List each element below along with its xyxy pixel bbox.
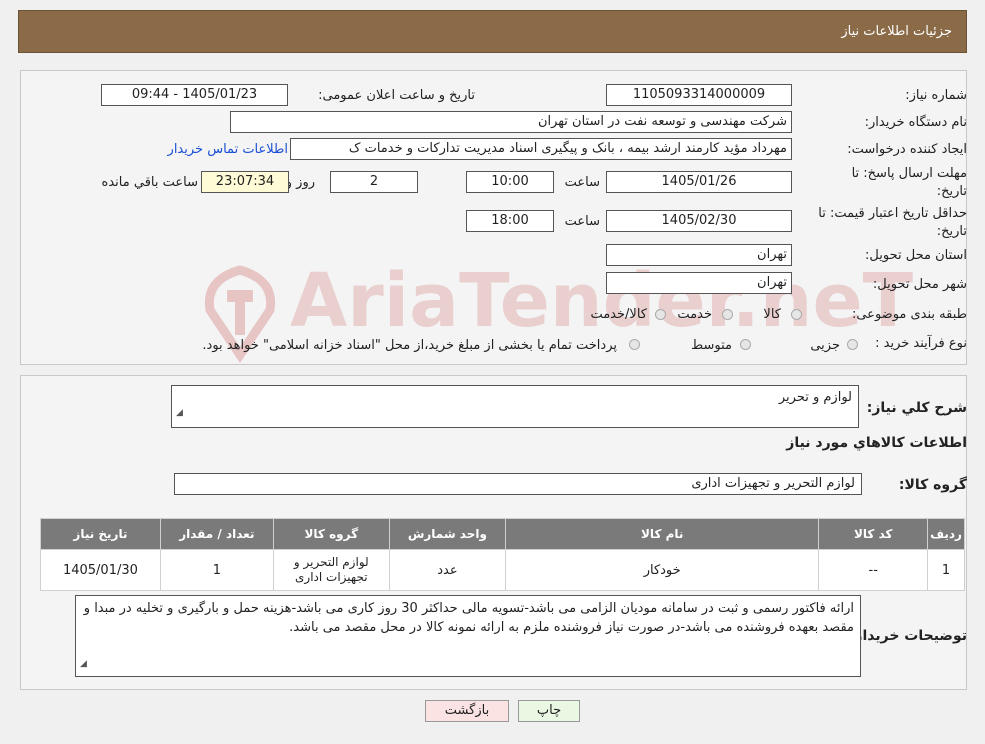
category-label: طبقه بندی موضوعی: — [851, 307, 967, 322]
validity-label-2: تاریخ: — [936, 224, 967, 239]
buyer-notes-textarea[interactable]: ارائه فاکتور رسمی و ثبت در سامانه مودیان… — [75, 595, 861, 677]
cell-qty: 1 — [159, 549, 274, 591]
summary-textarea[interactable]: لوازم و تحریر ◢ — [171, 385, 859, 428]
category-radio-goods[interactable] — [791, 309, 802, 320]
validity-label-1: حداقل تاریخ اعتبار قیمت: تا — [818, 206, 967, 221]
process-radio-minor[interactable] — [847, 339, 858, 350]
days-label: روز و — [285, 175, 315, 190]
cell-unit: عدد — [388, 549, 506, 591]
cell-group: لوازم التحریر و تجهیزات اداری — [272, 549, 390, 591]
deadline-label-2: تاریخ: — [936, 184, 967, 199]
summary-value: لوازم و تحریر — [778, 390, 852, 405]
buyer-field: شرکت مهندسی و توسعه نفت در استان تهران — [230, 111, 792, 133]
buyer-contact-link[interactable]: اطلاعات تماس خریدار — [168, 142, 288, 157]
deadline-time-label: ساعت — [564, 175, 600, 190]
validity-date-field: 1405/02/30 — [606, 210, 792, 232]
remaining-time-field: 23:07:34 — [201, 171, 289, 193]
table-row: 1 -- خودکار عدد لوازم التحریر و تجهیزات … — [40, 549, 965, 591]
buyer-notes-text: ارائه فاکتور رسمی و ثبت در سامانه مودیان… — [83, 601, 854, 635]
summary-label: شرح کلي نياز: — [866, 400, 967, 416]
deadline-date-field: 1405/01/26 — [606, 171, 792, 193]
page-title: جزئیات اطلاعات نیاز — [841, 24, 952, 39]
process-radio-treasury[interactable] — [629, 339, 640, 350]
validity-time-field: 18:00 — [466, 210, 554, 232]
col-code: کد کالا — [818, 518, 929, 550]
cell-date: 1405/01/30 — [40, 549, 161, 591]
col-date: تاریخ نیاز — [40, 518, 161, 550]
announce-label: تاریخ و ساعت اعلان عمومی: — [318, 88, 475, 103]
print-button[interactable]: چاپ — [518, 700, 580, 722]
validity-time-label: ساعت — [564, 214, 600, 229]
process-option-medium: متوسط — [691, 338, 732, 353]
creator-label: ایجاد کننده درخواست: — [847, 142, 967, 157]
buyer-label: نام دستگاه خریدار: — [864, 115, 967, 130]
need-number-label: شماره نیاز: — [905, 88, 967, 103]
category-radio-service[interactable] — [722, 309, 733, 320]
col-name: نام کالا — [504, 518, 820, 550]
col-group: گروه کالا — [272, 518, 390, 550]
watermark-text: AriaTender.neT — [290, 258, 914, 344]
category-option-service: خدمت — [677, 307, 712, 322]
deadline-label-1: مهلت ارسال پاسخ: تا — [851, 166, 967, 181]
need-number-field: 1105093314000009 — [606, 84, 792, 106]
page-header: جزئیات اطلاعات نیاز — [18, 10, 967, 53]
process-radio-medium[interactable] — [740, 339, 751, 350]
category-option-goods: کالا — [763, 307, 781, 322]
goods-group-label: گروه کالا: — [898, 477, 967, 493]
city-label: شهر محل تحویل: — [872, 277, 967, 292]
city-field: تهران — [606, 272, 792, 294]
cell-row: 1 — [927, 549, 965, 591]
col-qty: تعداد / مقدار — [159, 518, 274, 550]
cell-name: خودکار — [504, 549, 820, 591]
col-row: ردیف — [927, 518, 965, 550]
goods-group-field: لوازم التحریر و تجهیزات اداری — [174, 473, 862, 495]
col-unit: واحد شمارش — [388, 518, 506, 550]
process-note: پرداخت تمام یا بخشی از مبلغ خرید،از محل … — [202, 338, 617, 353]
creator-field: مهرداد مؤید کارمند ارشد بیمه ، بانک و پی… — [290, 138, 792, 160]
announce-field: 1405/01/23 - 09:44 — [101, 84, 288, 106]
province-label: استان محل تحویل: — [865, 248, 967, 263]
back-button[interactable]: بازگشت — [425, 700, 509, 722]
resize-handle-icon[interactable]: ◢ — [80, 655, 87, 674]
cell-code: -- — [818, 549, 929, 591]
process-option-minor: جزیی — [810, 338, 840, 353]
category-radio-goods-service[interactable] — [655, 309, 666, 320]
resize-handle-icon[interactable]: ◢ — [176, 401, 183, 425]
buyer-notes-label: توضیحات خریدار: — [848, 628, 967, 644]
remaining-label: ساعت باقي مانده — [101, 175, 198, 190]
goods-info-title: اطلاعات کالاهاي مورد نياز — [786, 435, 967, 451]
table-header-row: ردیف کد کالا نام کالا واحد شمارش گروه کا… — [40, 518, 965, 550]
province-field: تهران — [606, 244, 792, 266]
goods-table: ردیف کد کالا نام کالا واحد شمارش گروه کا… — [40, 518, 965, 591]
days-field: 2 — [330, 171, 418, 193]
category-option-goods-service: کالا/خدمت — [590, 307, 647, 322]
deadline-time-field: 10:00 — [466, 171, 554, 193]
process-label: نوع فرآیند خرید : — [875, 336, 967, 351]
